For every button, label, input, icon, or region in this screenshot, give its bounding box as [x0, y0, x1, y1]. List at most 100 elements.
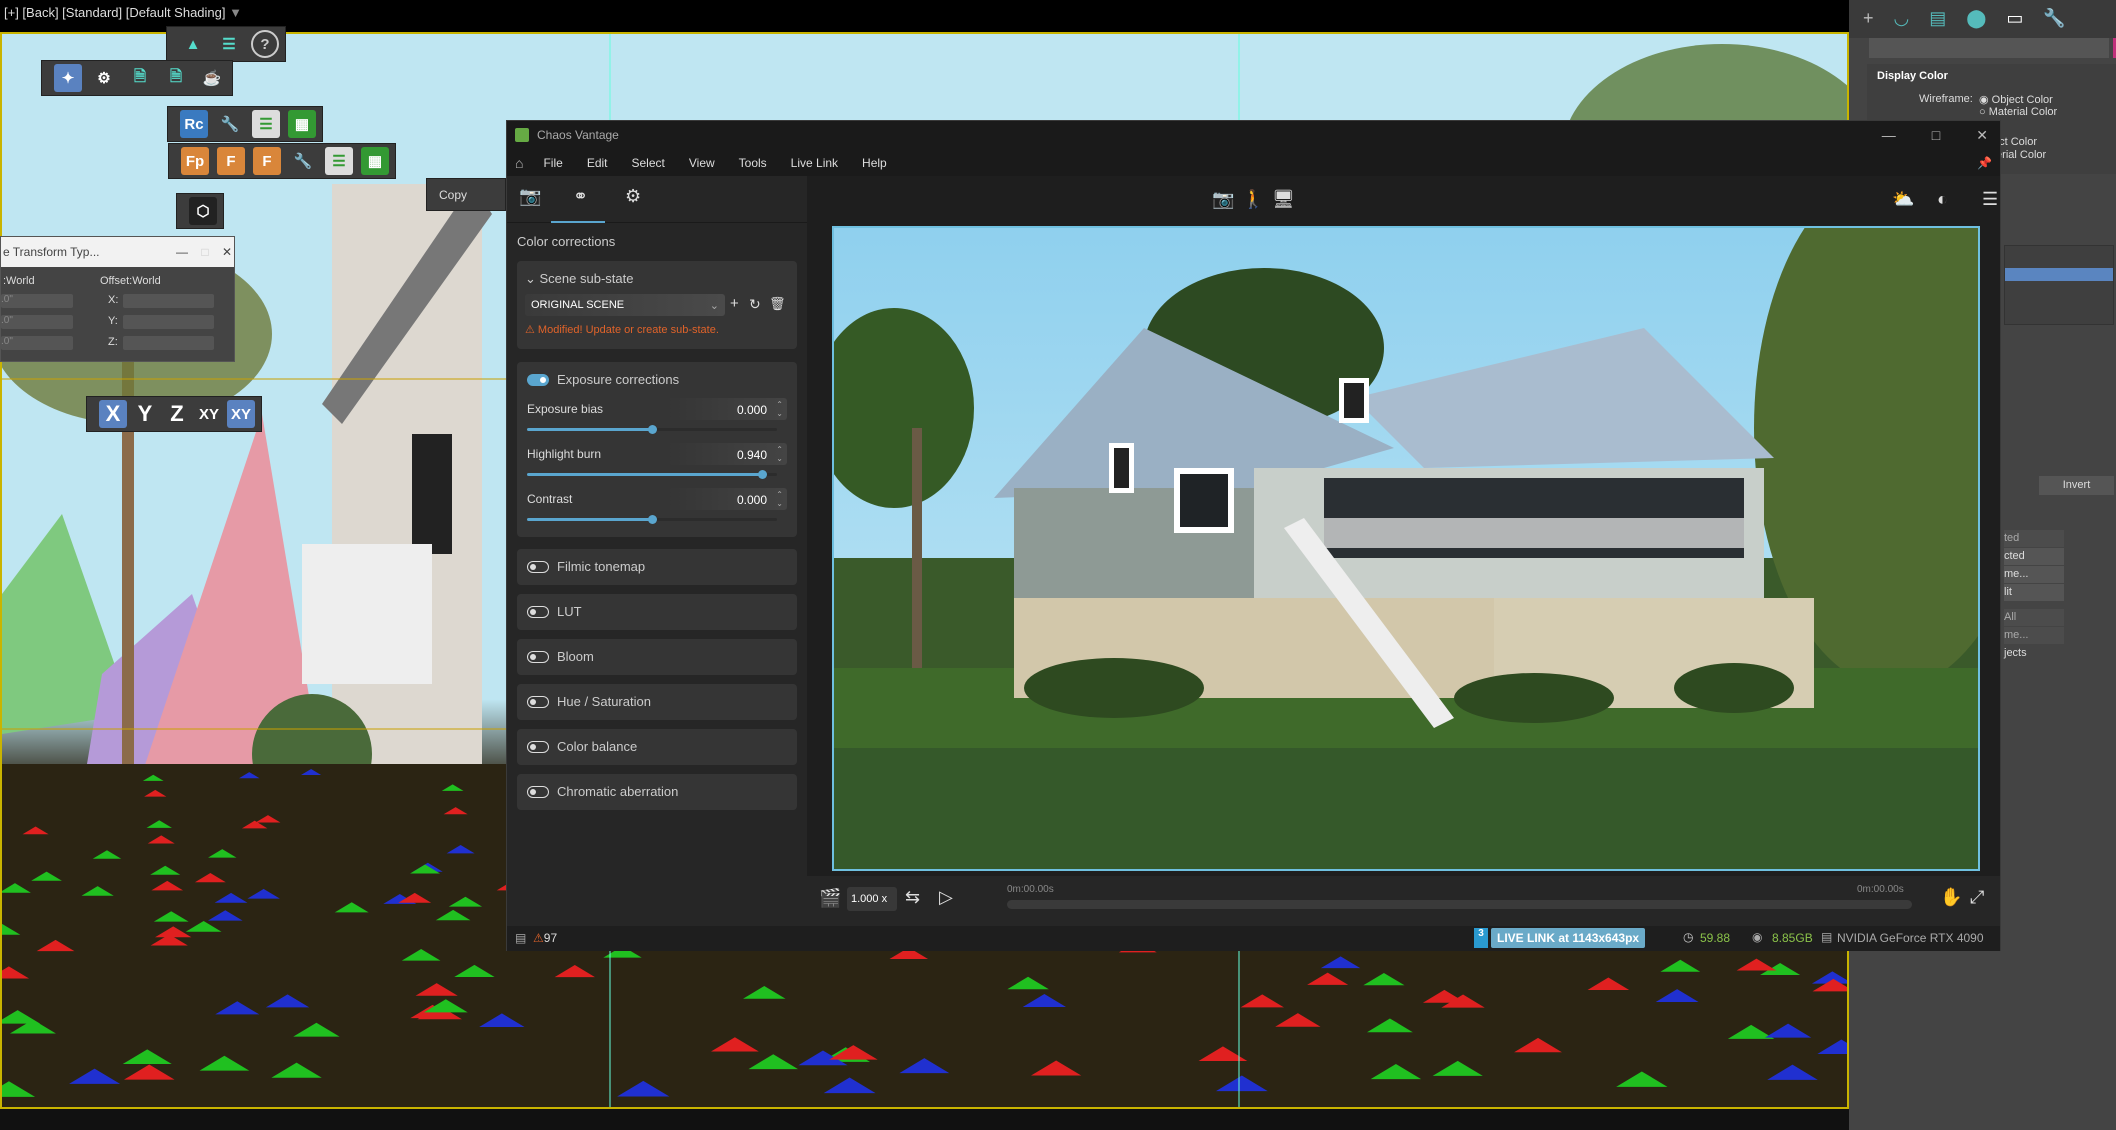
list-icon[interactable]: ☰ [215, 30, 243, 58]
selected-list-row[interactable] [2005, 268, 2113, 281]
fit-view-icon[interactable]: ⤢ [1970, 887, 1984, 908]
slider-handle[interactable] [648, 515, 657, 524]
slider-handle[interactable] [758, 470, 767, 479]
effect-label[interactable]: Hue / Saturation [557, 694, 651, 709]
create-tab-icon[interactable]: + [1863, 8, 1874, 30]
motion-tab-icon[interactable]: ⬤ [1966, 8, 1986, 30]
radio-object-color[interactable]: ◉ Object Color [1979, 93, 2053, 106]
slider-value-field[interactable]: 0.940 [667, 443, 787, 465]
viewport-label[interactable]: [+] [Back] [Standard] [Default Shading] [4, 5, 226, 20]
sun-settings-icon[interactable]: ⛅ [1892, 189, 1914, 210]
hierarchy-tab-icon[interactable]: ▤ [1929, 8, 1946, 30]
vantage-settings-icon[interactable]: ⚙ [90, 64, 118, 92]
export-icon[interactable]: 🗎 [126, 64, 154, 92]
warnings-counter[interactable]: ⚠97 [533, 931, 557, 945]
partial-button[interactable]: me... [2004, 566, 2064, 583]
chaos-cosmos-icon[interactable]: ⬡ [189, 197, 217, 225]
slider-value-field[interactable]: 0.000 [667, 488, 787, 510]
timeline-scrubber[interactable] [1007, 900, 1912, 909]
vantage-icon[interactable]: ✦ [54, 64, 82, 92]
scene-substate-header[interactable]: ⌄ Scene sub-state [525, 271, 633, 287]
clapperboard-icon[interactable]: 🎬 [819, 888, 841, 909]
exposure-toggle[interactable] [527, 374, 549, 386]
railclone-icon[interactable]: Rc [180, 110, 208, 138]
menu-select[interactable]: Select [632, 156, 665, 170]
window-titlebar[interactable]: Chaos Vantage — □ ✕ [507, 121, 2000, 149]
rollout-title[interactable]: Display Color [1867, 64, 2116, 88]
menu-live-link[interactable]: Live Link [791, 156, 838, 170]
help-icon[interactable]: ? [251, 30, 279, 58]
render-viewport[interactable] [832, 226, 1980, 871]
forest-icon[interactable]: ▲ [179, 30, 207, 58]
offset-z-field[interactable] [123, 336, 214, 350]
grid-window-icon[interactable]: ▦ [288, 110, 316, 138]
export-scene-icon[interactable]: 🗎 [162, 64, 190, 92]
slider-value-field[interactable]: 0.000 [667, 398, 787, 420]
maximize-icon[interactable]: □ [1932, 127, 1940, 144]
hand-pan-icon[interactable]: ✋ [1940, 887, 1962, 908]
display-menu-icon[interactable]: 🖥 [1272, 189, 1295, 210]
partial-button[interactable]: lit [2004, 584, 2064, 601]
color-corrections-tab-icon[interactable]: ⚭ [573, 186, 588, 207]
partial-button[interactable]: ted [2004, 530, 2064, 547]
effect-toggle[interactable] [527, 741, 549, 753]
effect-toggle[interactable] [527, 606, 549, 618]
effect-label[interactable]: Filmic tonemap [557, 559, 645, 574]
axis-xy-snap-button[interactable]: XY [227, 400, 255, 428]
filter-icon[interactable]: ▼ [229, 5, 242, 20]
pin-icon[interactable]: 📌 [1977, 156, 1992, 170]
forest-set-icon[interactable]: F [253, 147, 281, 175]
log-icon[interactable]: ▤ [515, 931, 526, 945]
loop-icon[interactable]: ⇆ [905, 887, 920, 908]
environment-settings-tab-icon[interactable]: ⚙ [625, 186, 641, 207]
modify-tab-icon[interactable]: ◡ [1894, 8, 1910, 30]
home-icon[interactable]: ⌂ [515, 155, 523, 171]
copy-button[interactable]: Copy [439, 188, 467, 202]
tools-icon[interactable]: 🔧 [216, 110, 244, 138]
forestpack-icon[interactable]: Fp [181, 147, 209, 175]
navigation-mode-icon[interactable]: 🚶 [1242, 189, 1264, 210]
partial-button[interactable]: All [2004, 609, 2064, 626]
trash-icon[interactable]: 🗑 [769, 296, 786, 312]
slider-track[interactable] [527, 470, 777, 479]
absolute-y-field[interactable]: .0" [1, 315, 73, 329]
offset-y-field[interactable] [123, 315, 214, 329]
radio-material-color[interactable]: ○ Material Color [1979, 106, 2057, 118]
close-icon[interactable]: ✕ [1976, 127, 1988, 144]
teapot-icon[interactable]: ☕ [198, 64, 226, 92]
exposure-icon[interactable]: ◐ [1937, 189, 1948, 210]
maximize-icon[interactable]: □ [201, 245, 208, 259]
menu-edit[interactable]: Edit [587, 156, 608, 170]
partial-button[interactable]: cted [2004, 548, 2064, 565]
add-substate-icon[interactable]: + [730, 295, 739, 312]
horizon-icon[interactable]: ☰ [1982, 189, 1998, 210]
spinner-arrows-icon[interactable]: ⌃ ⌄ [776, 490, 783, 508]
spinner-arrows-icon[interactable]: ⌃ ⌄ [776, 445, 783, 463]
effect-label[interactable]: Color balance [557, 739, 637, 754]
effect-toggle[interactable] [527, 561, 549, 573]
effect-label[interactable]: LUT [557, 604, 582, 619]
substate-dropdown[interactable]: ORIGINAL SCENE ⌄ [525, 294, 725, 316]
axis-x-button[interactable]: X [99, 400, 127, 428]
live-link-badge[interactable]: LIVE LINK at 1143x643px [1491, 928, 1646, 948]
list-window-icon[interactable]: ☰ [325, 147, 353, 175]
object-list[interactable] [2004, 245, 2114, 325]
close-icon[interactable]: ✕ [222, 245, 232, 259]
absolute-z-field[interactable]: .0" [1, 336, 73, 350]
effect-label[interactable]: Chromatic aberration [557, 784, 678, 799]
axis-y-button[interactable]: Y [131, 400, 159, 428]
object-name-field[interactable] [1869, 38, 2109, 58]
offset-x-field[interactable] [123, 294, 214, 308]
effect-toggle[interactable] [527, 786, 549, 798]
play-icon[interactable]: ▷ [939, 887, 953, 908]
display-tab-icon[interactable]: ▭ [2006, 8, 2023, 30]
grid-window-icon[interactable]: ▦ [361, 147, 389, 175]
slider-track[interactable] [527, 515, 777, 524]
forest-lod-icon[interactable]: F [217, 147, 245, 175]
axis-z-button[interactable]: Z [163, 400, 191, 428]
axis-xy-button[interactable]: XY [195, 400, 223, 428]
invert-button[interactable]: Invert [2039, 476, 2114, 495]
tools-icon[interactable]: 🔧 [289, 147, 317, 175]
menu-file[interactable]: File [543, 156, 562, 170]
effect-toggle[interactable] [527, 651, 549, 663]
